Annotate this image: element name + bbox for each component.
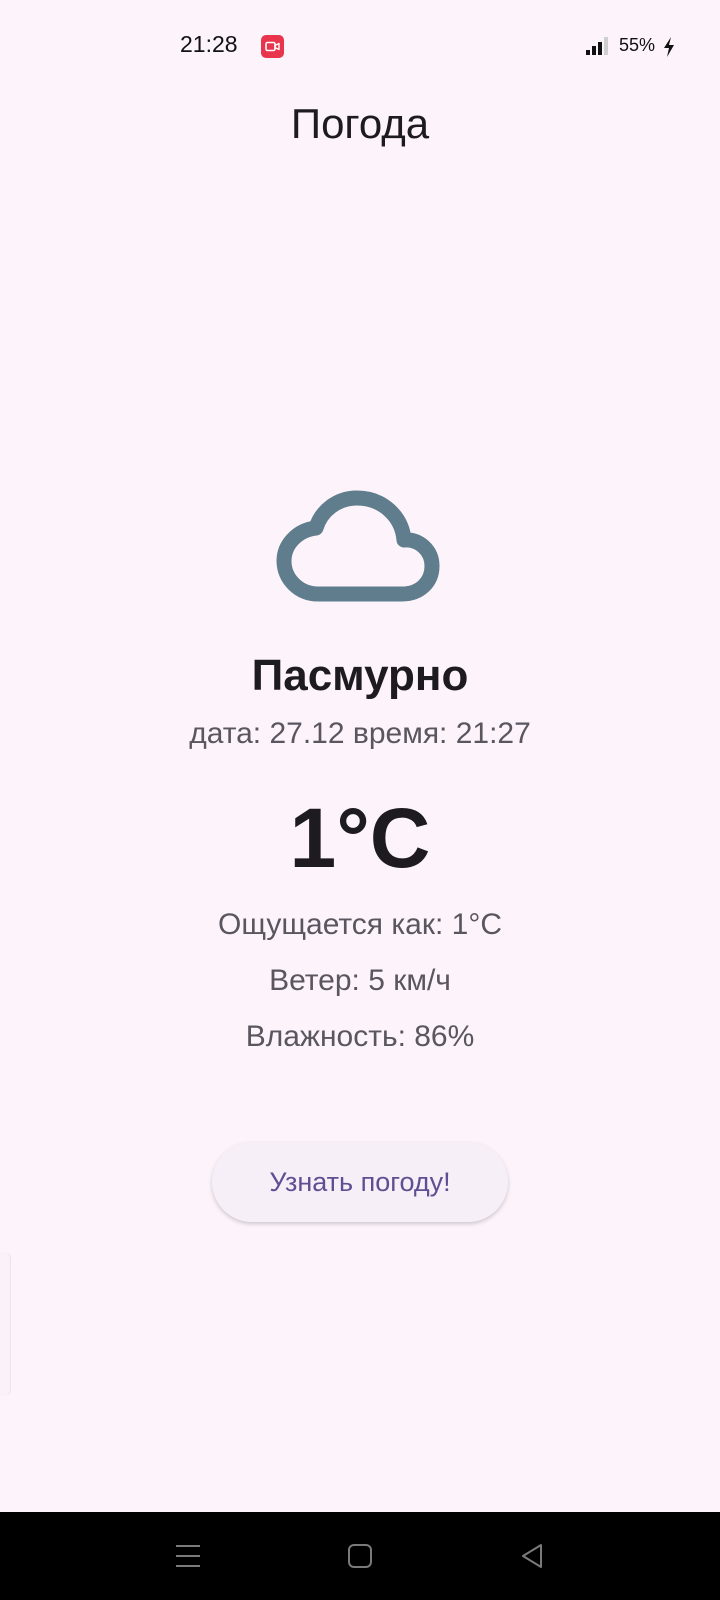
battery-percent: 55% xyxy=(619,35,656,55)
get-weather-button[interactable]: Узнать погоду! xyxy=(212,1142,508,1222)
edge-panel-handle[interactable] xyxy=(0,1252,11,1396)
weather-condition: Пасмурно xyxy=(251,651,469,700)
status-time: 21:28 xyxy=(180,31,238,57)
humidity: Влажность: 86% xyxy=(245,1020,475,1053)
status-bar: 21:28 55% xyxy=(0,0,720,92)
screen-record-icon xyxy=(261,35,284,58)
app-title: Погода xyxy=(290,100,430,147)
home-icon[interactable] xyxy=(300,1512,420,1600)
charging-bolt-icon xyxy=(662,37,676,62)
navigation-bar xyxy=(0,1512,720,1600)
back-icon[interactable] xyxy=(472,1512,592,1600)
wind-speed: Ветер: 5 км/ч xyxy=(269,964,451,997)
weather-datetime: дата: 27.12 время: 21:27 xyxy=(189,717,531,750)
temperature: 1°C xyxy=(289,791,431,885)
feels-like: Ощущается как: 1°C xyxy=(217,908,502,941)
menu-icon[interactable] xyxy=(128,1512,248,1600)
signal-icon xyxy=(586,36,616,61)
cloud-icon xyxy=(276,488,442,607)
